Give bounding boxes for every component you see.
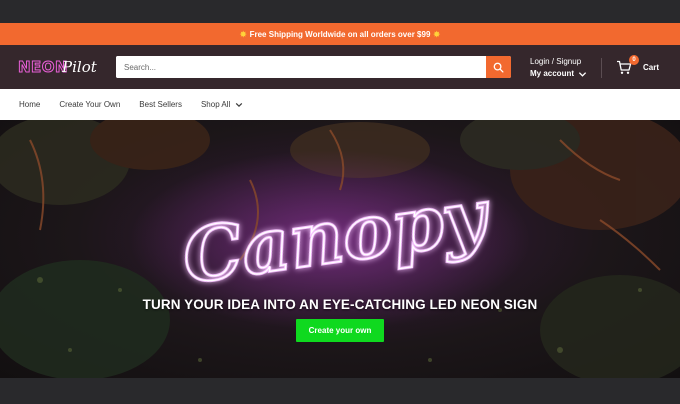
- announcement-bar: ✸ Free Shipping Worldwide on all orders …: [0, 23, 680, 45]
- chevron-down-icon: [578, 71, 587, 77]
- cart-button[interactable]: 0 Cart: [616, 55, 660, 78]
- star-icon: ✸: [239, 29, 247, 39]
- star-icon: ✸: [433, 29, 441, 39]
- search-bar: [116, 56, 511, 78]
- site-logo[interactable]: NEON Pilot: [17, 58, 98, 80]
- top-browser-strip: [0, 0, 680, 23]
- nav-item-shop-all-label: Shop All: [200, 100, 231, 109]
- main-nav: Home Create Your Own Best Sellers Shop A…: [0, 89, 680, 120]
- logo-pilot-text: Pilot: [62, 58, 97, 76]
- announcement-text: Free Shipping Worldwide on all orders ov…: [249, 29, 431, 39]
- login-signup-link[interactable]: Login / Signup: [530, 56, 587, 68]
- logo-neon-text: NEON: [17, 58, 69, 77]
- search-button[interactable]: [486, 56, 511, 78]
- page: ✸ Free Shipping Worldwide on all orders …: [0, 0, 680, 404]
- header-divider: [601, 58, 602, 78]
- cart-label: Cart: [643, 62, 660, 72]
- search-input[interactable]: [116, 56, 486, 78]
- chevron-down-icon: [236, 102, 243, 107]
- nav-item-best-sellers[interactable]: Best Sellers: [139, 100, 182, 109]
- search-icon: [493, 62, 504, 73]
- cart-count-badge: 0: [629, 55, 639, 65]
- nav-item-create-your-own[interactable]: Create Your Own: [59, 100, 120, 109]
- nav-item-home[interactable]: Home: [19, 100, 40, 109]
- hero-banner: Canopy Canopy TURN YOUR IDEA INTO AN EYE…: [0, 120, 680, 378]
- account-menu[interactable]: Login / Signup My account: [530, 56, 587, 80]
- nav-item-shop-all[interactable]: Shop All: [201, 100, 243, 109]
- create-your-own-button[interactable]: Create your own: [296, 319, 384, 342]
- bottom-strip: [0, 378, 680, 404]
- hero-heading: TURN YOUR IDEA INTO AN EYE-CATCHING LED …: [142, 297, 538, 312]
- my-account-link[interactable]: My account: [530, 68, 574, 80]
